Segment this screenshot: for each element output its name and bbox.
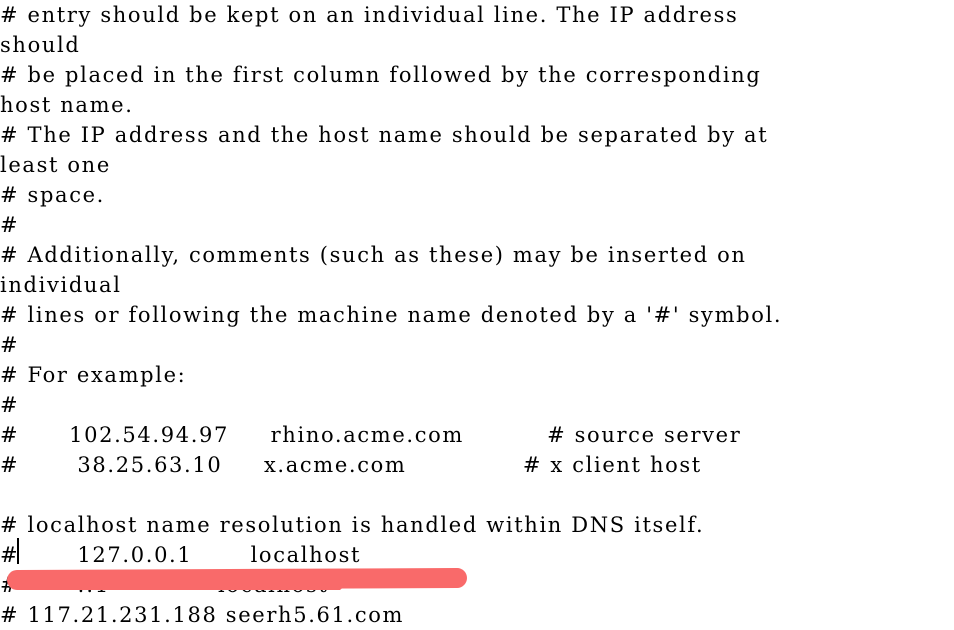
text-caret xyxy=(17,538,19,564)
text-line-blank[interactable] xyxy=(0,480,954,510)
text-line[interactable]: least one xyxy=(0,150,954,180)
text-line[interactable]: # 127.0.0.1 localhost xyxy=(0,540,954,570)
text-editor-canvas[interactable]: # entry should be kept on an individual … xyxy=(0,0,954,627)
text-line[interactable]: # be placed in the first column followed… xyxy=(0,60,954,90)
text-line[interactable]: # 117.21.231.188 seerh5.61.com xyxy=(0,600,954,630)
text-line[interactable]: # localhost name resolution is handled w… xyxy=(0,510,954,540)
text-line[interactable]: # xyxy=(0,330,954,360)
text-line[interactable]: # 38.25.63.10 x.acme.com # x client host xyxy=(0,450,954,480)
text-line[interactable]: # The IP address and the host name shoul… xyxy=(0,120,954,150)
hosts-file-text[interactable]: # entry should be kept on an individual … xyxy=(0,0,954,630)
text-line[interactable]: # lines or following the machine name de… xyxy=(0,300,954,330)
text-line[interactable]: host name. xyxy=(0,90,954,120)
text-line[interactable]: # xyxy=(0,210,954,240)
text-line[interactable]: # 102.54.94.97 rhino.acme.com # source s… xyxy=(0,420,954,450)
text-line[interactable]: should xyxy=(0,30,954,60)
text-line[interactable]: # ::1 localhost xyxy=(0,570,954,600)
text-line[interactable]: # For example: xyxy=(0,360,954,390)
text-line[interactable]: individual xyxy=(0,270,954,300)
text-line[interactable]: # Additionally, comments (such as these)… xyxy=(0,240,954,270)
text-line[interactable]: # xyxy=(0,390,954,420)
text-line[interactable]: # entry should be kept on an individual … xyxy=(0,0,954,30)
text-line[interactable]: # space. xyxy=(0,180,954,210)
